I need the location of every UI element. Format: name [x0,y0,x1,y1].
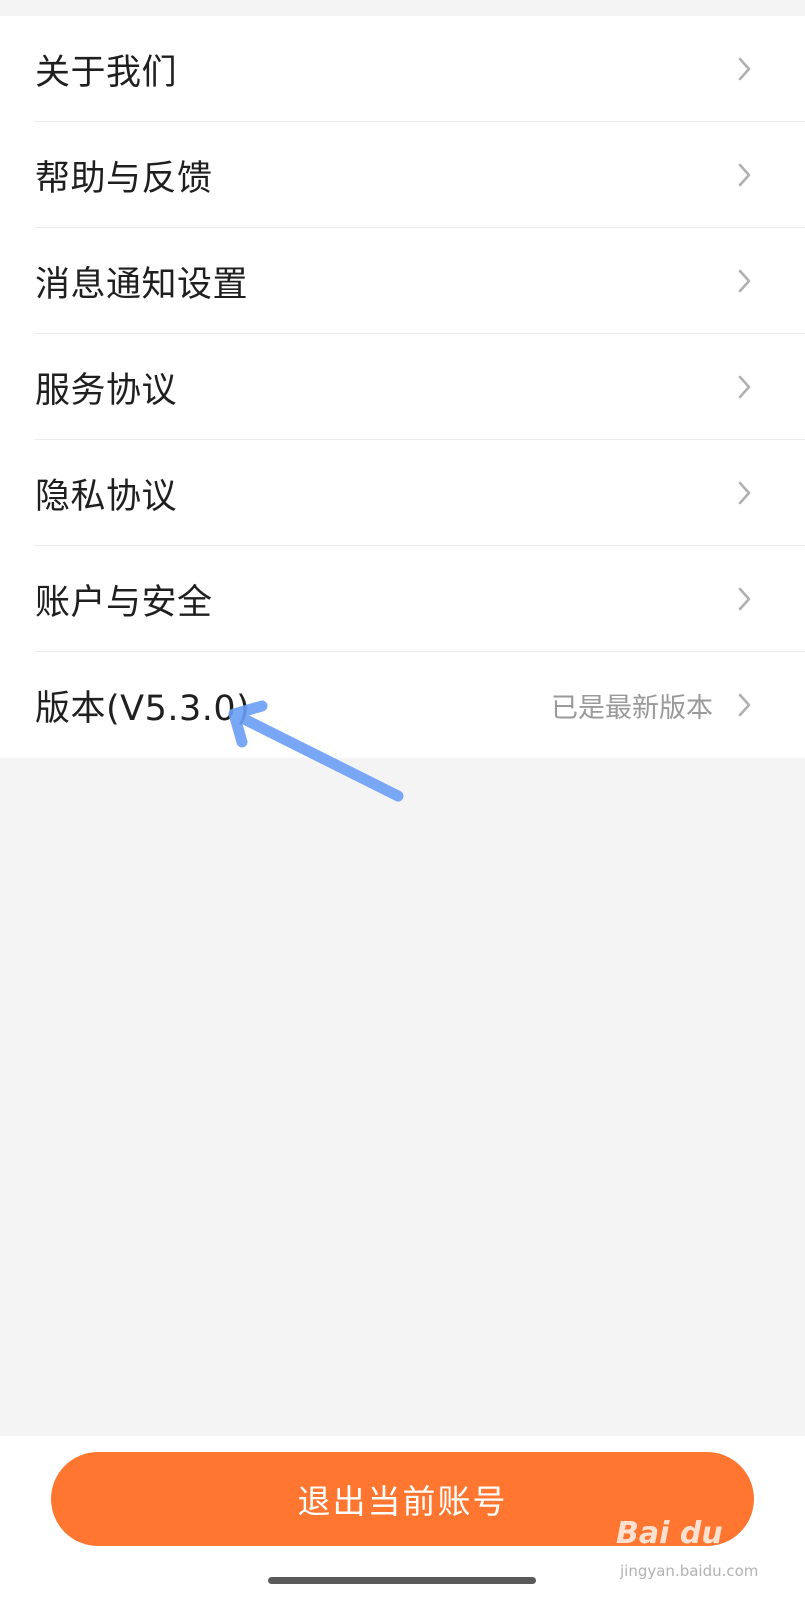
settings-item-label: 版本(V5.3.0) [35,688,251,729]
version-status-text: 已是最新版本 [551,692,713,724]
chevron-right-icon [737,480,753,506]
home-indicator[interactable] [268,1577,536,1584]
settings-item-privacy-agreement[interactable]: 隐私协议 [0,440,805,546]
chevron-right-icon [737,586,753,612]
chevron-right-icon [737,56,753,82]
settings-item-version[interactable]: 版本(V5.3.0) 已是最新版本 [0,652,805,758]
chevron-right-icon [737,162,753,188]
settings-item-label: 服务协议 [35,370,178,411]
chevron-right-icon [737,374,753,400]
settings-item-label: 账户与安全 [35,582,213,623]
settings-item-label: 隐私协议 [35,476,178,517]
settings-item-service-agreement[interactable]: 服务协议 [0,334,805,440]
settings-item-help-feedback[interactable]: 帮助与反馈 [0,122,805,228]
settings-item-account-security[interactable]: 账户与安全 [0,546,805,652]
watermark-url: jingyan.baidu.com [620,1562,759,1580]
settings-item-label: 关于我们 [35,52,178,93]
settings-item-about-us[interactable]: 关于我们 [0,16,805,122]
chevron-right-icon [737,268,753,294]
chevron-right-icon [737,692,753,718]
baidu-jingyan-watermark: Bai du 经验 jingyan.baidu.com [612,1510,762,1594]
settings-item-label: 消息通知设置 [35,264,249,305]
settings-list: 关于我们 帮助与反馈 消息通知设置 服务协议 隐私协议 账户与安全 版本(V5.… [0,16,805,758]
settings-item-notifications[interactable]: 消息通知设置 [0,228,805,334]
settings-item-label: 帮助与反馈 [35,158,213,199]
watermark-logo-text: Bai du 经验 [616,1516,723,1594]
